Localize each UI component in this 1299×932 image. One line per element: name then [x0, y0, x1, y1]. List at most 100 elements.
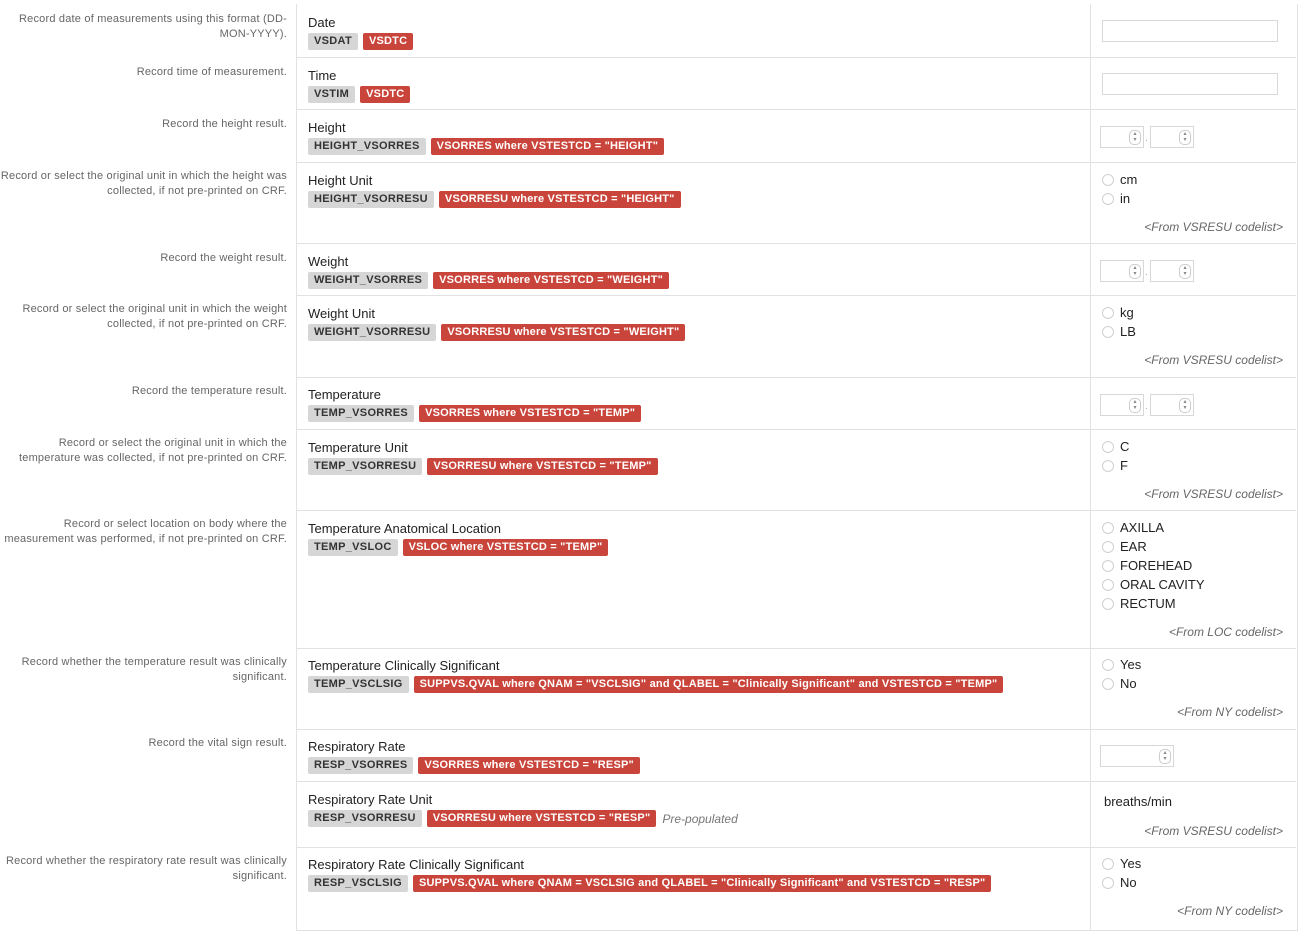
date-input[interactable]: [1102, 20, 1278, 42]
radio-button[interactable]: [1102, 876, 1114, 889]
stepper-arrows-icon[interactable]: ▴ ▾: [1129, 130, 1141, 145]
field-label: Respiratory Rate Unit: [308, 792, 433, 807]
field-label: Height Unit: [308, 173, 373, 188]
row-separator: [297, 162, 1296, 163]
radio-option-lb[interactable]: LB: [1102, 324, 1136, 339]
stepper-arrows-icon[interactable]: ▴ ▾: [1179, 264, 1191, 279]
instruction-text: Record time of measurement.: [136, 66, 287, 78]
tag-group: RESP_VSORRES VSORRES where VSTESTCD = "R…: [308, 757, 640, 774]
codelist-note: <From NY codelist>: [1177, 904, 1283, 918]
temperature-decimal-stepper[interactable]: ▴ ▾: [1150, 394, 1194, 416]
tag-group: TEMP_VSORRESU VSORRESU where VSTESTCD = …: [308, 458, 658, 475]
radio-option-oral-cavity[interactable]: ORAL CAVITY: [1102, 577, 1205, 592]
stepper-arrows-icon[interactable]: ▴ ▾: [1159, 749, 1171, 764]
stepper-arrows-icon[interactable]: ▴ ▾: [1129, 398, 1141, 413]
variable-tag: VSTIM: [308, 86, 356, 103]
codelist-note: <From NY codelist>: [1177, 705, 1283, 719]
instruction-text: Record date of measurements using this f…: [19, 13, 287, 40]
radio-option-yes[interactable]: Yes: [1102, 856, 1141, 871]
row-separator: [297, 729, 1296, 730]
radio-option-in[interactable]: in: [1102, 191, 1130, 206]
radio-button[interactable]: [1102, 173, 1114, 186]
radio-label: No: [1120, 676, 1137, 691]
radio-button[interactable]: [1102, 459, 1114, 472]
radio-button[interactable]: [1102, 192, 1114, 205]
instruction-text: Record or select the original unit in wh…: [0, 170, 287, 197]
variable-tag: TEMP_VSCLSIG: [308, 676, 409, 693]
tag-group: RESP_VSORRESU VSORRESU where VSTESTCD = …: [308, 810, 738, 827]
weight-decimal-stepper[interactable]: ▴ ▾: [1150, 260, 1194, 282]
radio-option-cm[interactable]: cm: [1102, 172, 1137, 187]
stepper-arrows-icon[interactable]: ▴ ▾: [1129, 264, 1141, 279]
tag-group: VSTIM VSDTC: [308, 86, 411, 103]
variable-tag: TEMP_VSLOC: [308, 539, 398, 556]
instruction-text: Record the vital sign result.: [148, 737, 287, 749]
radio-button[interactable]: [1102, 440, 1114, 453]
row-separator: [297, 648, 1296, 649]
stepper-arrows-icon[interactable]: ▴ ▾: [1179, 398, 1191, 413]
field-label: Weight: [308, 254, 349, 269]
radio-label: LB: [1120, 324, 1136, 339]
radio-button[interactable]: [1102, 578, 1114, 591]
radio-option-rectum[interactable]: RECTUM: [1102, 596, 1176, 611]
radio-option-axilla[interactable]: AXILLA: [1102, 520, 1164, 535]
instruction-text: Record the temperature result.: [131, 385, 287, 397]
tag-group: WEIGHT_VSORRES VSORRES where VSTESTCD = …: [308, 272, 670, 289]
radio-button[interactable]: [1102, 325, 1114, 338]
radio-button[interactable]: [1102, 658, 1114, 671]
radio-button[interactable]: [1102, 540, 1114, 553]
field-label: Temperature Unit: [308, 440, 408, 455]
stepper-arrows-icon[interactable]: ▴ ▾: [1179, 130, 1191, 145]
variable-tag: TEMP_VSORRESU: [308, 458, 423, 475]
row-separator: [297, 847, 1296, 848]
mapping-tag: VSDTC: [360, 86, 411, 103]
codelist-note: <From VSRESU codelist>: [1144, 220, 1283, 234]
radio-option-c[interactable]: C: [1102, 439, 1129, 454]
radio-button[interactable]: [1102, 559, 1114, 572]
row-separator: [297, 377, 1296, 378]
radio-option-ear[interactable]: EAR: [1102, 539, 1147, 554]
tag-group: HEIGHT_VSORRES VSORRES where VSTESTCD = …: [308, 138, 665, 155]
temperature-integer-stepper[interactable]: ▴ ▾: [1100, 394, 1144, 416]
tag-group: RESP_VSCLSIG SUPPVS.QVAL where QNAM = VS…: [308, 875, 992, 892]
instruction-text: Record or select the original unit in wh…: [22, 303, 287, 330]
height-integer-stepper[interactable]: ▴ ▾: [1100, 126, 1144, 148]
radio-option-f[interactable]: F: [1102, 458, 1128, 473]
decimal-point: .: [1145, 401, 1148, 412]
mapping-tag: VSORRESU where VSTESTCD = "RESP": [426, 810, 657, 827]
radio-button[interactable]: [1102, 521, 1114, 534]
row-separator: [297, 243, 1296, 244]
radio-label: F: [1120, 458, 1128, 473]
radio-option-kg[interactable]: kg: [1102, 305, 1134, 320]
mapping-tag: VSORRES where VSTESTCD = "WEIGHT": [433, 272, 670, 289]
mapping-tag: VSORRES where VSTESTCD = "HEIGHT": [430, 138, 665, 155]
codelist-note: <From LOC codelist>: [1168, 625, 1283, 639]
variable-tag: RESP_VSCLSIG: [308, 875, 408, 892]
weight-integer-stepper[interactable]: ▴ ▾: [1100, 260, 1144, 282]
row-separator: [297, 429, 1296, 430]
radio-label: RECTUM: [1120, 596, 1176, 611]
radio-button[interactable]: [1102, 306, 1114, 319]
respiratory-rate-stepper[interactable]: ▴ ▾: [1100, 745, 1174, 767]
field-label: Height: [308, 120, 346, 135]
row-separator: [297, 510, 1296, 511]
radio-option-no[interactable]: No: [1102, 676, 1137, 691]
mapping-tag: VSORRESU where VSTESTCD = "HEIGHT": [438, 191, 681, 208]
time-input[interactable]: [1102, 73, 1278, 95]
radio-button[interactable]: [1102, 857, 1114, 870]
variable-tag: WEIGHT_VSORRES: [308, 272, 429, 289]
radio-label: No: [1120, 875, 1137, 890]
radio-option-forehead[interactable]: FOREHEAD: [1102, 558, 1192, 573]
height-decimal-stepper[interactable]: ▴ ▾: [1150, 126, 1194, 148]
mapping-tag: SUPPVS.QVAL where QNAM = VSCLSIG and QLA…: [412, 875, 992, 892]
radio-button[interactable]: [1102, 597, 1114, 610]
radio-option-no[interactable]: No: [1102, 875, 1137, 890]
radio-option-yes[interactable]: Yes: [1102, 657, 1141, 672]
variable-tag: TEMP_VSORRES: [308, 405, 415, 422]
radio-button[interactable]: [1102, 677, 1114, 690]
mapping-tag: VSORRESU where VSTESTCD = "TEMP": [427, 458, 658, 475]
codelist-note: <From VSRESU codelist>: [1144, 353, 1283, 367]
codelist-note: <From VSRESU codelist>: [1144, 824, 1283, 838]
instruction-text: Record whether the temperature result wa…: [21, 656, 287, 683]
tag-group: TEMP_VSORRES VSORRES where VSTESTCD = "T…: [308, 405, 642, 422]
